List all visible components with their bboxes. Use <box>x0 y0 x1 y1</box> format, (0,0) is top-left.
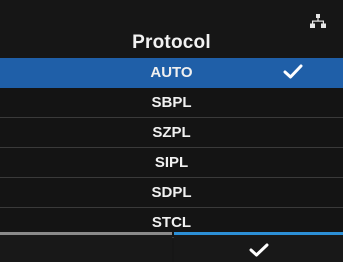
list-item-sdpl[interactable]: SDPL <box>0 178 343 208</box>
list-item-label: STCL <box>151 214 192 231</box>
page-title: Protocol <box>132 32 211 53</box>
checkmark-icon <box>283 64 303 79</box>
list-item-label: SZPL <box>152 124 191 141</box>
protocol-list: AUTO SBPL SZPL SIPL SDPL STCL <box>0 58 343 238</box>
list-item-szpl[interactable]: SZPL <box>0 118 343 148</box>
list-item-label: AUTO <box>150 64 193 81</box>
list-item-label: SIPL <box>154 154 189 171</box>
list-item-label: SBPL <box>151 94 192 111</box>
back-softkey[interactable] <box>0 232 172 262</box>
list-item-sbpl[interactable]: SBPL <box>0 88 343 118</box>
checkmark-icon <box>249 243 269 257</box>
list-item-sipl[interactable]: SIPL <box>0 148 343 178</box>
list-item-auto[interactable]: AUTO <box>0 58 343 88</box>
softkey-bar <box>0 232 343 262</box>
network-icon <box>310 14 326 28</box>
confirm-softkey[interactable] <box>174 232 343 262</box>
protocol-screen: Protocol AUTO SBPL SZPL SIPL SDPL STCL <box>0 0 343 262</box>
list-item-label: SDPL <box>151 184 192 201</box>
